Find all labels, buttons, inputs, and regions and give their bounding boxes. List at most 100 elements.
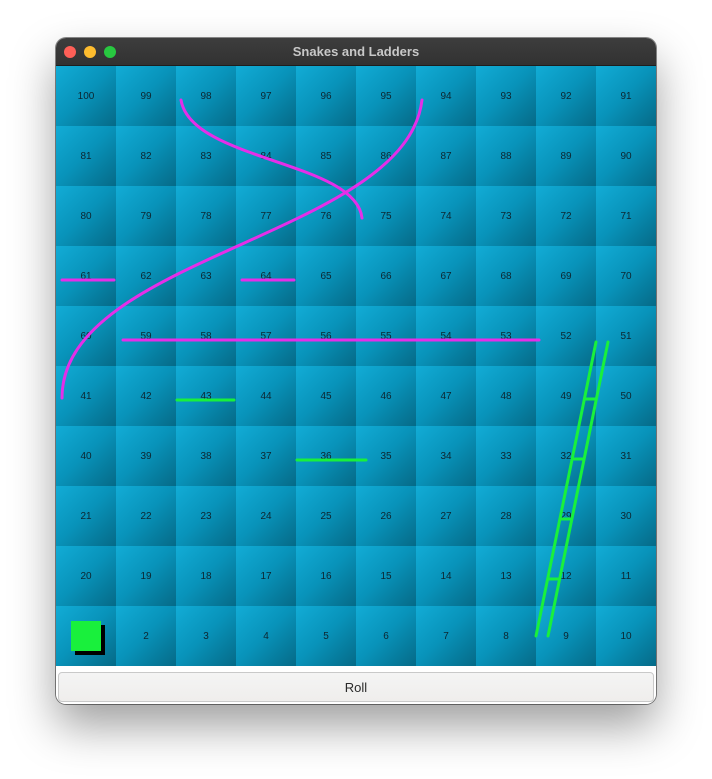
cell-number: 45 xyxy=(320,390,332,402)
roll-button[interactable]: Roll xyxy=(58,672,654,702)
cell-number: 72 xyxy=(560,210,572,222)
cell-number: 80 xyxy=(80,210,92,222)
cell-number: 88 xyxy=(500,150,512,162)
board-cell: 2 xyxy=(116,606,176,666)
cell-number: 66 xyxy=(380,270,392,282)
cell-number: 39 xyxy=(140,450,152,462)
board-cell: 86 xyxy=(356,126,416,186)
board-cell: 100 xyxy=(56,66,116,126)
board-cell: 12 xyxy=(536,546,596,606)
cell-number: 99 xyxy=(140,90,152,102)
board-cell: 58 xyxy=(176,306,236,366)
cell-number: 21 xyxy=(80,510,92,522)
cell-number: 53 xyxy=(500,330,512,342)
cell-number: 61 xyxy=(80,270,92,282)
cell-number: 10 xyxy=(620,630,632,642)
cell-number: 84 xyxy=(260,150,272,162)
board-cell: 72 xyxy=(536,186,596,246)
cell-number: 78 xyxy=(200,210,212,222)
board-cell: 73 xyxy=(476,186,536,246)
cell-number: 51 xyxy=(620,330,632,342)
board-cell: 95 xyxy=(356,66,416,126)
board-cell: 61 xyxy=(56,246,116,306)
board-cell: 15 xyxy=(356,546,416,606)
board-cell: 11 xyxy=(596,546,656,606)
board-cell: 78 xyxy=(176,186,236,246)
cell-number: 2 xyxy=(143,630,149,642)
cell-number: 3 xyxy=(203,630,209,642)
cell-number: 20 xyxy=(80,570,92,582)
cell-number: 47 xyxy=(440,390,452,402)
board-cell: 22 xyxy=(116,486,176,546)
cell-number: 48 xyxy=(500,390,512,402)
board-cell: 68 xyxy=(476,246,536,306)
board-cell: 97 xyxy=(236,66,296,126)
cell-number: 92 xyxy=(560,90,572,102)
cell-number: 89 xyxy=(560,150,572,162)
cell-number: 42 xyxy=(140,390,152,402)
cell-number: 93 xyxy=(500,90,512,102)
board-cell: 35 xyxy=(356,426,416,486)
cell-number: 8 xyxy=(503,630,509,642)
title-bar: Snakes and Ladders xyxy=(56,38,656,66)
cell-number: 68 xyxy=(500,270,512,282)
cell-number: 85 xyxy=(320,150,332,162)
board-cell: 94 xyxy=(416,66,476,126)
board-cell: 75 xyxy=(356,186,416,246)
cell-number: 83 xyxy=(200,150,212,162)
board-cell: 47 xyxy=(416,366,476,426)
board-cell: 36 xyxy=(296,426,356,486)
board-cell: 56 xyxy=(296,306,356,366)
board-cell xyxy=(56,606,116,666)
cell-number: 31 xyxy=(620,450,632,462)
cell-number: 82 xyxy=(140,150,152,162)
board-cell: 62 xyxy=(116,246,176,306)
board-cell: 26 xyxy=(356,486,416,546)
board-cell: 37 xyxy=(236,426,296,486)
cell-number: 15 xyxy=(380,570,392,582)
board-cell: 87 xyxy=(416,126,476,186)
board-cell: 57 xyxy=(236,306,296,366)
cell-number: 38 xyxy=(200,450,212,462)
cell-number: 23 xyxy=(200,510,212,522)
cell-number: 37 xyxy=(260,450,272,462)
board-cell: 19 xyxy=(116,546,176,606)
cell-number: 34 xyxy=(440,450,452,462)
board-cell: 42 xyxy=(116,366,176,426)
cell-number: 46 xyxy=(380,390,392,402)
board-cell: 3 xyxy=(176,606,236,666)
cell-number: 94 xyxy=(440,90,452,102)
board-cell: 63 xyxy=(176,246,236,306)
board-cell: 40 xyxy=(56,426,116,486)
game-board: 100 99 98 97 96 95 94 93 92 91 81 82 83 84 85 86 87 88 89 9… xyxy=(56,66,656,666)
cell-number: 27 xyxy=(440,510,452,522)
board-cell: 18 xyxy=(176,546,236,606)
cell-number: 35 xyxy=(380,450,392,462)
cell-number: 49 xyxy=(560,390,572,402)
board-cell: 34 xyxy=(416,426,476,486)
cell-number: 6 xyxy=(383,630,389,642)
cell-number: 54 xyxy=(440,330,452,342)
cell-number: 69 xyxy=(560,270,572,282)
cell-number: 57 xyxy=(260,330,272,342)
board-cell: 91 xyxy=(596,66,656,126)
board-cell: 32 xyxy=(536,426,596,486)
cell-number: 96 xyxy=(320,90,332,102)
cell-number: 77 xyxy=(260,210,272,222)
cell-number: 41 xyxy=(80,390,92,402)
cell-number: 58 xyxy=(200,330,212,342)
cell-number: 56 xyxy=(320,330,332,342)
cell-number: 24 xyxy=(260,510,272,522)
board-cell: 31 xyxy=(596,426,656,486)
board-cell: 67 xyxy=(416,246,476,306)
cell-number: 95 xyxy=(380,90,392,102)
board-cell: 64 xyxy=(236,246,296,306)
board-cell: 49 xyxy=(536,366,596,426)
board-cell: 48 xyxy=(476,366,536,426)
cell-number: 36 xyxy=(320,450,332,462)
board-cell: 16 xyxy=(296,546,356,606)
board-cell: 59 xyxy=(116,306,176,366)
player-token xyxy=(71,621,101,651)
board-cell: 50 xyxy=(596,366,656,426)
cell-number: 79 xyxy=(140,210,152,222)
